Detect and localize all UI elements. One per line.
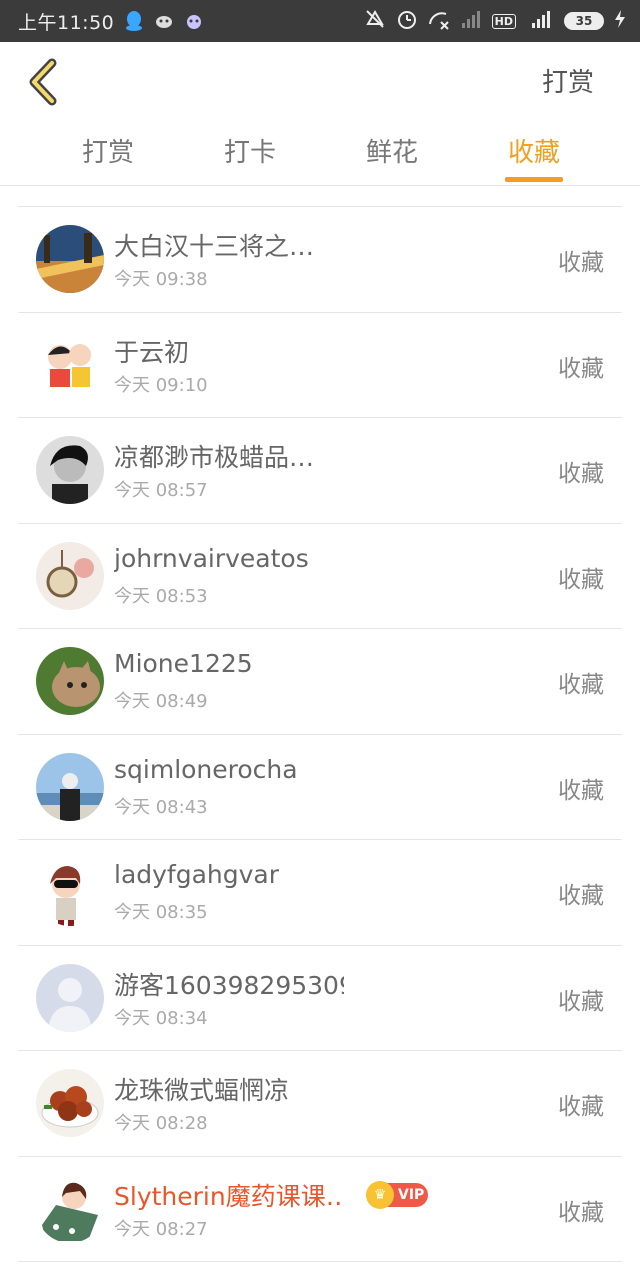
alarm-icon: [396, 8, 418, 35]
favorite-label: 收藏: [558, 1094, 604, 1120]
header: 打赏: [0, 42, 640, 122]
crown-icon: ♛: [366, 1180, 394, 1209]
timestamp: 今天 08:57: [114, 480, 208, 501]
favorite-label: 收藏: [558, 250, 604, 276]
favorite-label: 收藏: [558, 883, 604, 909]
list-item[interactable]: 凉都渺市极蜡品… 今天 08:57 收藏: [18, 418, 622, 524]
list-item[interactable]: 于云初 今天 09:10 收藏: [18, 313, 622, 418]
app-notification-icon: [154, 13, 174, 29]
favorites-list: 大白汉十三将之… 今天 09:38 收藏 于云初 今天 09:10 收藏 凉都渺…: [18, 206, 622, 1262]
timestamp: 今天 08:35: [114, 902, 208, 923]
list-item[interactable]: Slytherin魔药课课… ♛ VIP 今天 08:27 收藏: [18, 1157, 622, 1262]
qq-icon: [124, 10, 144, 32]
avatar[interactable]: [36, 1174, 104, 1243]
user-name: sqimlonerocha: [114, 754, 298, 784]
avatar[interactable]: [36, 752, 104, 821]
vip-label: VIP: [398, 1186, 425, 1203]
signal-weak-icon: [460, 9, 482, 34]
user-name: Slytherin魔药课课…: [114, 1181, 344, 1211]
mute-icon: [364, 8, 386, 35]
battery-indicator: 35: [564, 12, 604, 30]
user-name: 游客1603982953096: [114, 970, 344, 1000]
tab-flowers[interactable]: 鲜花: [342, 132, 442, 169]
back-button[interactable]: [18, 54, 68, 110]
default-user-icon: [36, 963, 104, 1032]
timestamp: 今天 08:49: [114, 691, 208, 712]
list-item[interactable]: johrnvairveatos 今天 08:53 收藏: [18, 524, 622, 629]
no-network-icon: [428, 8, 450, 35]
favorite-label: 收藏: [558, 355, 604, 382]
timestamp: 今天 09:10: [114, 374, 208, 396]
user-name: 于云初: [114, 337, 190, 367]
tab-favorites[interactable]: 收藏: [484, 132, 584, 169]
avatar[interactable]: [36, 436, 104, 504]
tab-reward[interactable]: 打赏: [58, 132, 158, 169]
timestamp: 今天 08:53: [114, 585, 208, 607]
favorite-label: 收藏: [558, 566, 604, 593]
status-time: 上午11:50: [18, 11, 115, 34]
avatar[interactable]: [36, 963, 104, 1032]
favorite-label: 收藏: [558, 672, 604, 698]
list-item[interactable]: 游客1603982953096 今天 08:34 收藏: [18, 946, 622, 1051]
user-name: 凉都渺市极蜡品…: [114, 443, 315, 472]
timestamp: 今天 08:28: [114, 1113, 208, 1134]
user-name: Mione1225: [114, 649, 253, 678]
list-item[interactable]: Mione1225 今天 08:49 收藏: [18, 629, 622, 735]
hd-badge: HD: [491, 13, 516, 29]
signal-4g-icon: [526, 9, 554, 34]
list-item[interactable]: sqimlonerocha 今天 08:43 收藏: [18, 735, 622, 840]
tab-bar: 打赏 打卡 鲜花 收藏: [0, 122, 640, 186]
app-notification-icon: [184, 12, 204, 30]
timestamp: 今天 08:34: [114, 1007, 208, 1029]
chevron-left-icon: [29, 58, 57, 106]
favorite-label: 收藏: [558, 1199, 604, 1226]
user-name: 大白汉十三将之…: [114, 232, 315, 261]
vip-badge: ♛ VIP: [366, 1180, 428, 1209]
list-item[interactable]: 大白汉十三将之… 今天 09:38 收藏: [18, 207, 622, 313]
list-item[interactable]: ladyfgahgvar 今天 08:35 收藏: [18, 840, 622, 946]
avatar[interactable]: [36, 330, 104, 399]
favorite-label: 收藏: [558, 777, 604, 804]
status-bar: 上午11:50 HD 35: [0, 0, 640, 42]
avatar[interactable]: [36, 541, 104, 610]
avatar[interactable]: [36, 858, 104, 926]
avatar[interactable]: [36, 225, 104, 293]
charging-icon: [614, 9, 626, 34]
tab-checkin[interactable]: 打卡: [200, 132, 300, 169]
user-name: ladyfgahgvar: [114, 860, 280, 889]
avatar[interactable]: [36, 1069, 104, 1137]
list-item[interactable]: 龙珠微式蝠惘凉 今天 08:28 收藏: [18, 1051, 622, 1157]
timestamp: 今天 08:27: [114, 1218, 208, 1240]
timestamp: 今天 09:38: [114, 269, 208, 290]
favorite-label: 收藏: [558, 461, 604, 487]
user-name: 龙珠微式蝠惘凉: [114, 1076, 290, 1105]
user-name: johrnvairveatos: [114, 543, 309, 573]
timestamp: 今天 08:43: [114, 796, 208, 818]
favorite-label: 收藏: [558, 988, 604, 1015]
header-reward-button[interactable]: 打赏: [542, 62, 594, 99]
avatar[interactable]: [36, 647, 104, 715]
tab-active-indicator: [505, 177, 563, 182]
